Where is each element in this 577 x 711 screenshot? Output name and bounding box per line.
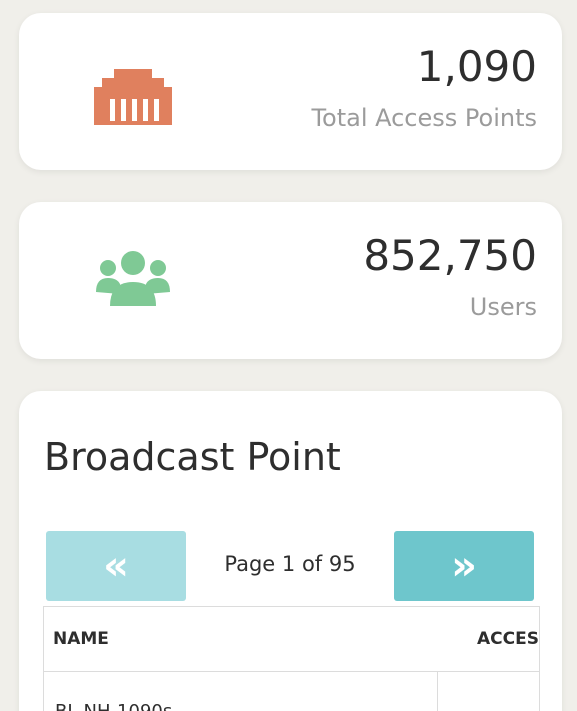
- column-header-name[interactable]: NAME: [53, 631, 109, 648]
- column-header-access[interactable]: ACCES: [477, 631, 539, 648]
- ethernet-port-icon: [94, 69, 172, 125]
- dashboard-page: 1,090 Total Access Points 852,750 Users …: [0, 0, 577, 711]
- double-chevron-right-icon: »: [451, 543, 477, 589]
- row-name-cell: BL-NH-1090s: [55, 703, 172, 711]
- section-title: Broadcast Point: [44, 435, 341, 479]
- total-access-points-label: Total Access Points: [311, 104, 537, 132]
- next-page-button[interactable]: »: [394, 531, 534, 601]
- total-access-points-value: 1,090: [416, 42, 537, 91]
- table-row[interactable]: BL-NH-1090s: [44, 672, 539, 711]
- table-header-row: NAME ACCES: [44, 607, 539, 672]
- access-points-card: 1,090 Total Access Points: [19, 13, 562, 170]
- users-card: 852,750 Users: [19, 202, 562, 359]
- column-divider: [437, 672, 438, 711]
- broadcast-table: NAME ACCES BL-NH-1090s: [43, 606, 540, 711]
- users-label: Users: [469, 293, 537, 321]
- users-value: 852,750: [363, 231, 537, 280]
- broadcast-point-card: Broadcast Point « Page 1 of 95 » NAME AC…: [19, 391, 562, 711]
- double-chevron-left-icon: «: [103, 543, 129, 589]
- users-group-icon: [96, 251, 170, 306]
- previous-page-button[interactable]: «: [46, 531, 186, 601]
- page-indicator: Page 1 of 95: [224, 552, 356, 576]
